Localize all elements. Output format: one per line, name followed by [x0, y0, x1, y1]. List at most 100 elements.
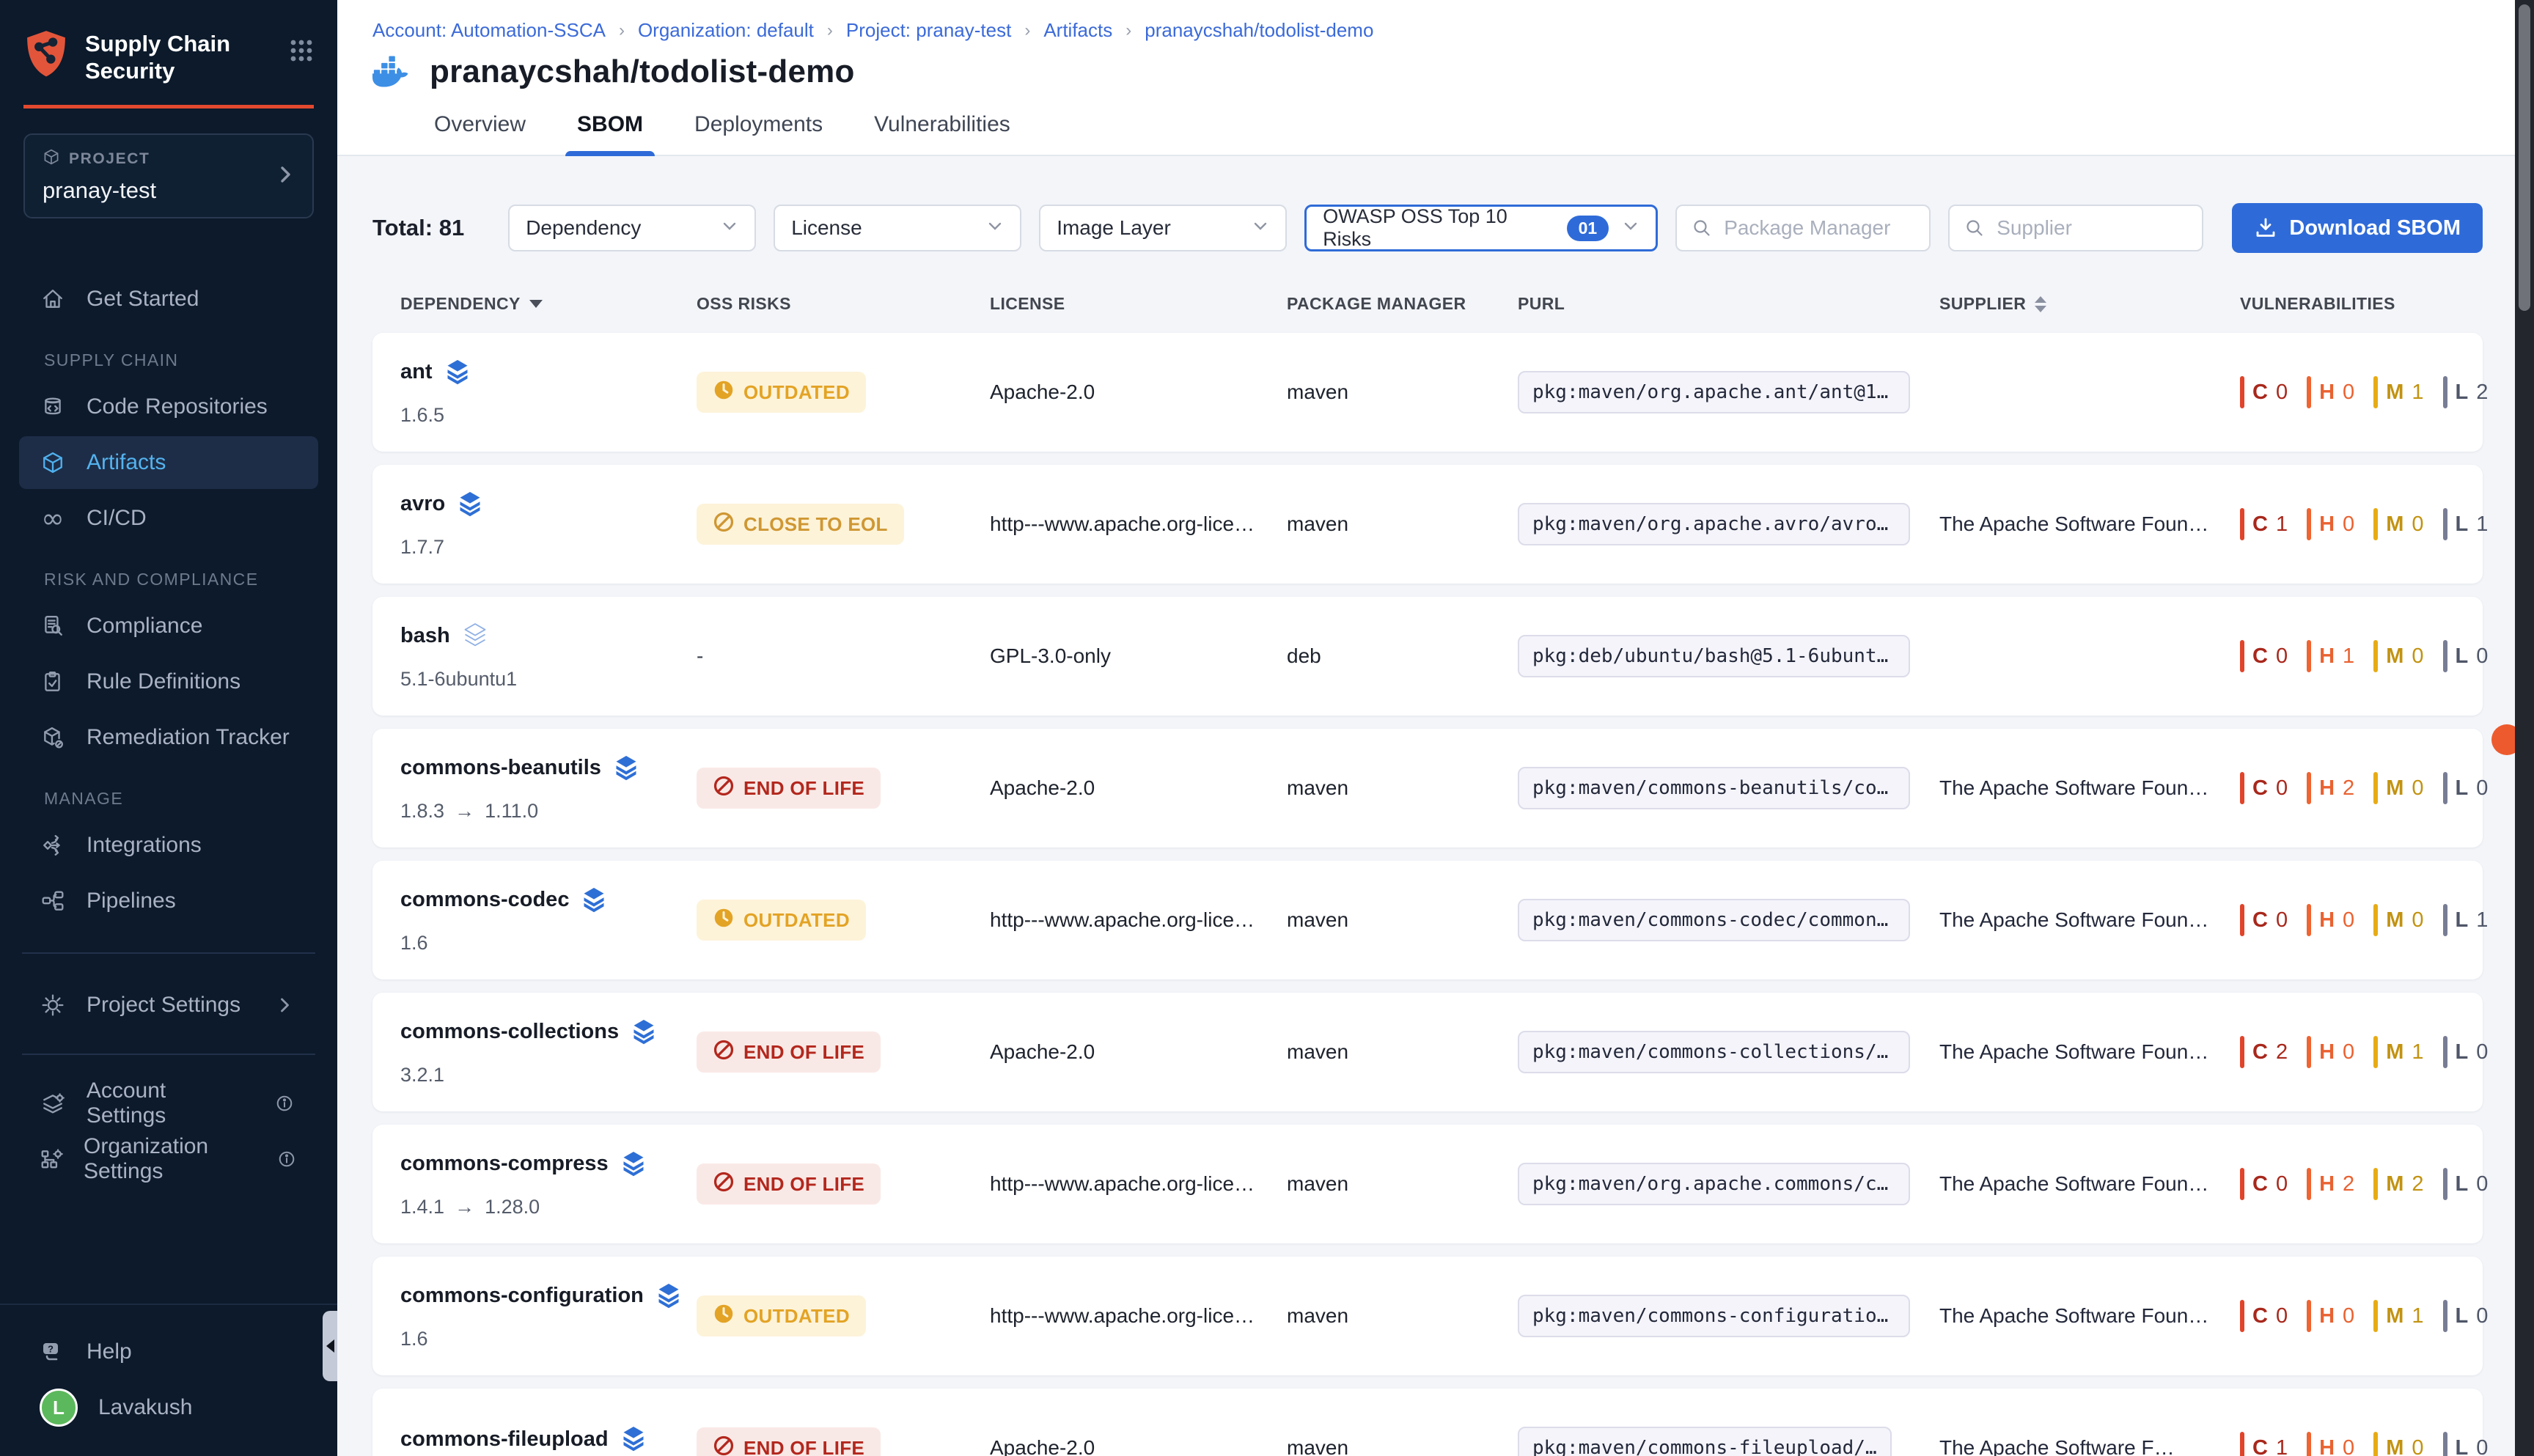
purl-value: pkg:maven/commons-collections/co…	[1518, 1031, 1910, 1073]
tab-vulnerabilities[interactable]: Vulnerabilities	[873, 108, 1012, 155]
table-row[interactable]: commons-configuration1.6OUTDATEDhttp---w…	[372, 1257, 2483, 1375]
dependency-name: commons-fileupload	[400, 1427, 609, 1452]
table-row[interactable]: commons-codec1.6OUTDATEDhttp---www.apach…	[372, 861, 2483, 979]
dependency-version: 1.6	[400, 932, 697, 955]
license-filter[interactable]: License	[774, 205, 1021, 251]
purl-value: pkg:maven/commons-codec/commons-…	[1518, 899, 1910, 941]
sidebar-collapse-handle[interactable]	[323, 1311, 337, 1381]
package-manager-search-input[interactable]	[1722, 216, 1914, 240]
image-layer-filter[interactable]: Image Layer	[1039, 205, 1287, 251]
vuln-H: H0	[2307, 904, 2354, 936]
sidebar-item-code-repositories[interactable]: Code Repositories	[19, 380, 318, 433]
sidebar-item-pipelines[interactable]: Pipelines	[19, 875, 318, 927]
dependency-filter[interactable]: Dependency	[508, 205, 756, 251]
breadcrumb-link[interactable]: Account: Automation-SSCA	[372, 19, 606, 42]
app-grid-icon[interactable]	[289, 38, 314, 67]
breadcrumb-link[interactable]: Organization: default	[638, 19, 814, 42]
ban-icon	[713, 1039, 735, 1066]
dependency-name: commons-configuration	[400, 1284, 644, 1308]
sort-desc-icon	[529, 300, 543, 308]
vuln-C: C0	[2240, 772, 2288, 804]
breadcrumb-link[interactable]: Project: pranay-test	[846, 19, 1011, 42]
dependency-version: 1.6	[400, 1328, 697, 1350]
sidebar-item-label: Account Settings	[87, 1078, 251, 1128]
owasp-risks-filter[interactable]: OWASP OSS Top 10 Risks 01	[1304, 205, 1658, 251]
license-value: Apache-2.0	[990, 1436, 1287, 1456]
gear-icon	[40, 993, 66, 1017]
table-row[interactable]: bash5.1-6ubuntu1-GPL-3.0-onlydebpkg:deb/…	[372, 597, 2483, 716]
column-header-oss-risks: OSS RISKS	[697, 294, 990, 314]
search-box[interactable]	[1675, 205, 1931, 251]
sidebar-item-cicd[interactable]: ∞CI/CD	[19, 492, 318, 545]
filter-label: License	[791, 216, 862, 240]
vuln-M: M2	[2373, 1168, 2423, 1200]
ban-icon	[713, 511, 735, 538]
table-row[interactable]: commons-compress1.4.1→1.28.0END OF LIFEh…	[372, 1125, 2483, 1243]
sidebar-item-label: Code Repositories	[87, 394, 268, 419]
chevron-down-icon	[1622, 217, 1639, 240]
breadcrumb-separator: ›	[1024, 21, 1030, 41]
clock-icon	[713, 907, 735, 934]
user-menu[interactable]: L Lavakush	[19, 1381, 318, 1434]
sidebar-item-account-settings[interactable]: Account Settings	[19, 1077, 318, 1130]
column-header-dependency[interactable]: DEPENDENCY	[400, 294, 697, 314]
vuln-C: C0	[2240, 376, 2288, 408]
vuln-H: H0	[2307, 508, 2354, 540]
table-row[interactable]: commons-collections3.2.1END OF LIFEApach…	[372, 993, 2483, 1111]
sidebar: Supply Chain Security PROJECT pranay-tes…	[0, 0, 337, 1456]
divider	[22, 1054, 315, 1055]
sidebar-item-remediation-tracker[interactable]: Remediation Tracker	[19, 711, 318, 764]
sidebar-item-organization-settings[interactable]: Organization Settings	[19, 1133, 318, 1185]
integrations-icon	[40, 834, 66, 857]
vuln-L: L0	[2443, 1168, 2489, 1200]
sidebar-item-compliance[interactable]: Compliance	[19, 600, 318, 652]
breadcrumb: Account: Automation-SSCA › Organization: d…	[372, 19, 2534, 42]
column-header-license: LICENSE	[990, 294, 1287, 314]
avatar: L	[40, 1389, 78, 1427]
dependency-name: commons-collections	[400, 1020, 619, 1044]
table-row[interactable]: commons-fileuploadEND OF LIFEApache-2.0m…	[372, 1389, 2483, 1456]
scrollbar-thumb[interactable]	[2519, 4, 2530, 311]
vuln-H: H0	[2307, 1432, 2354, 1456]
sidebar-item-label: Artifacts	[87, 450, 166, 475]
tab-overview[interactable]: Overview	[433, 108, 527, 155]
vuln-M: M1	[2373, 1036, 2423, 1068]
sbom-table: ant1.6.5OUTDATEDApache-2.0mavenpkg:maven…	[372, 333, 2483, 1456]
dependency-name: commons-compress	[400, 1152, 609, 1176]
content: Total: 81 DependencyLicenseImage Layer O…	[337, 156, 2534, 1456]
sidebar-item-integrations[interactable]: Integrations	[19, 819, 318, 872]
sidebar-item-project-settings[interactable]: Project Settings	[19, 979, 318, 1032]
supplier-value: The Apache Software Foun…	[1939, 1040, 2240, 1064]
vuln-M: M0	[2373, 640, 2423, 672]
tab-sbom[interactable]: SBOM	[576, 108, 644, 155]
table-row[interactable]: commons-beanutils1.8.3→1.11.0END OF LIFE…	[372, 729, 2483, 848]
breadcrumb-link[interactable]: pranaycshah/todolist-demo	[1145, 19, 1373, 42]
package-manager-value: maven	[1287, 1040, 1518, 1064]
search-box[interactable]	[1948, 205, 2203, 251]
breadcrumb-separator: ›	[827, 21, 833, 41]
sidebar-item-get-started[interactable]: Get Started	[19, 273, 318, 326]
column-header-supplier[interactable]: SUPPLIER	[1939, 294, 2240, 314]
download-sbom-button[interactable]: Download SBOM	[2232, 203, 2483, 253]
info-icon	[276, 1150, 298, 1169]
scrollbar-track[interactable]	[2515, 0, 2534, 1456]
tab-deployments[interactable]: Deployments	[693, 108, 824, 155]
supplier-search-input[interactable]	[1995, 216, 2187, 240]
vuln-L: L2	[2443, 376, 2489, 408]
vulnerability-counts: C0H2M0L0	[2240, 772, 2488, 804]
chevron-right-icon	[276, 165, 295, 188]
breadcrumb-link[interactable]: Artifacts	[1043, 19, 1112, 42]
sidebar-item-artifacts[interactable]: Artifacts	[19, 436, 318, 489]
package-manager-value: deb	[1287, 644, 1518, 668]
sidebar-item-help[interactable]: ? Help	[19, 1326, 318, 1378]
sidebar-item-rule-definitions[interactable]: Rule Definitions	[19, 655, 318, 708]
sidebar-header: Supply Chain Security	[0, 0, 337, 109]
toolbar: Total: 81 DependencyLicenseImage Layer O…	[372, 203, 2483, 253]
infinity-icon: ∞	[40, 507, 66, 529]
supplier-value: The Apache Software Foun…	[1939, 776, 2240, 800]
table-row[interactable]: ant1.6.5OUTDATEDApache-2.0mavenpkg:maven…	[372, 333, 2483, 452]
collapse-left-icon	[326, 1339, 334, 1353]
purl-value: pkg:maven/commons-beanutils/comm…	[1518, 767, 1910, 809]
project-selector[interactable]: PROJECT pranay-test	[23, 133, 314, 218]
table-row[interactable]: avro1.7.7CLOSE TO EOLhttp---www.apache.o…	[372, 465, 2483, 584]
